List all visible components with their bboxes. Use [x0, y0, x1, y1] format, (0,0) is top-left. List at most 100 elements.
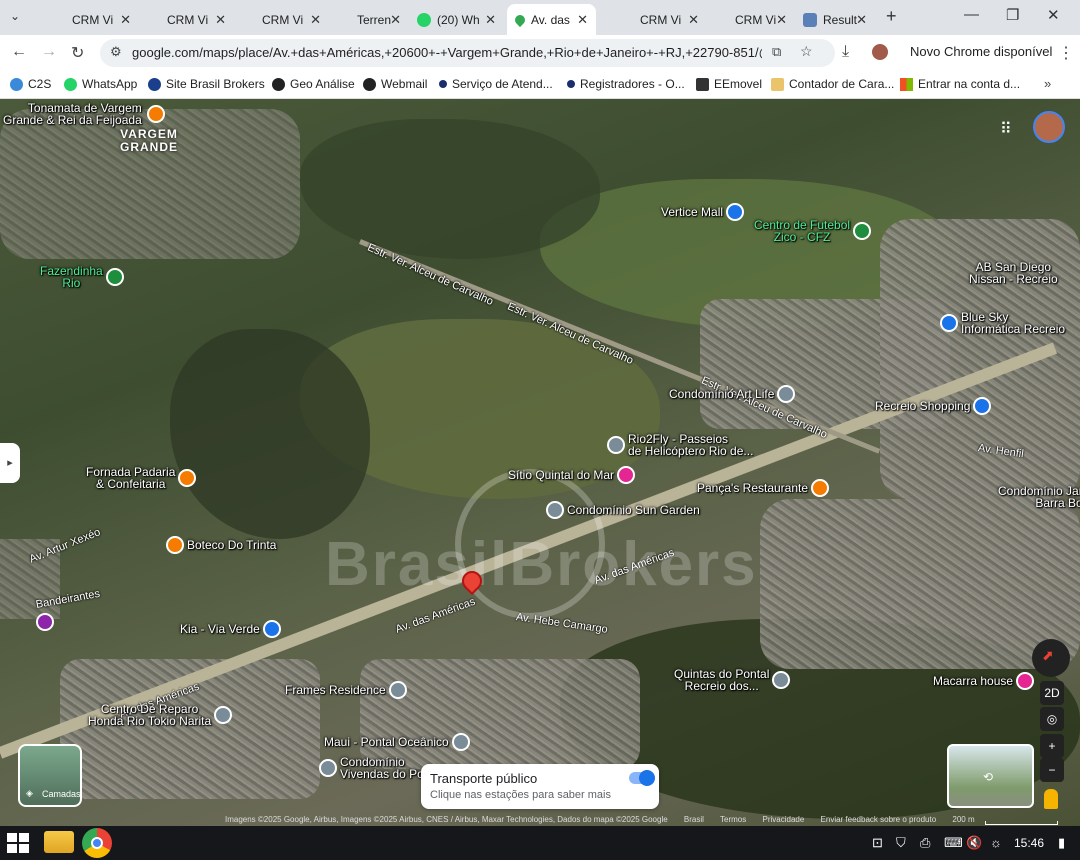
account-avatar[interactable]: [1033, 111, 1065, 143]
bookmark-item[interactable]: Entrar na conta d...: [900, 77, 1020, 91]
poi-kia[interactable]: Kia - Via Verde: [180, 620, 281, 638]
bookmark-item[interactable]: WhatsApp: [64, 77, 137, 91]
tab-search-chevron-icon[interactable]: ⌄: [10, 9, 20, 23]
close-icon[interactable]: ✕: [577, 12, 588, 28]
building-pin-icon[interactable]: [777, 385, 796, 403]
lodging-pin-icon[interactable]: [1016, 672, 1035, 690]
poi-pancas[interactable]: Pança's Restaurante: [697, 479, 830, 497]
profile-avatar[interactable]: [872, 44, 888, 60]
tray-app-icon[interactable]: ⊡: [872, 835, 883, 851]
brightness-icon[interactable]: ☼: [990, 835, 1002, 850]
zoom-in-button[interactable]: +: [1040, 734, 1064, 758]
poi-fazendinha[interactable]: Fazendinha Rio: [40, 265, 124, 289]
layers-button[interactable]: ◈ Camadas: [18, 744, 82, 807]
close-icon[interactable]: ✕: [390, 12, 401, 28]
poi-tonamata[interactable]: Tonamata de Vargem Grande & Rei da Feijoa…: [0, 102, 165, 126]
bar-pin-icon[interactable]: [166, 536, 184, 554]
restaurant-pin-icon[interactable]: [146, 105, 165, 123]
taskbar-clock[interactable]: 15:46: [1014, 836, 1044, 850]
poi-purple[interactable]: [36, 613, 54, 631]
shopping-pin-icon[interactable]: [973, 397, 992, 415]
tab-active[interactable]: Av. das ✕: [507, 4, 596, 35]
region-link[interactable]: Brasil: [684, 815, 704, 824]
poi-centro-reparo[interactable]: Centro De Reparo Honda Rio Tokio Narita: [88, 703, 233, 727]
poi-maui[interactable]: Maui - Pontal Oceânico: [324, 733, 470, 751]
tab[interactable]: CRM Vi ✕: [612, 4, 707, 35]
windows-start-icon[interactable]: [7, 833, 29, 853]
site-info-icon[interactable]: ⚙: [110, 44, 122, 60]
my-location-icon[interactable]: ◎: [1040, 707, 1064, 731]
scale-label[interactable]: 200 m: [952, 815, 974, 824]
tab[interactable]: (20) Wh ✕: [409, 4, 504, 35]
attraction-pin-icon[interactable]: [36, 613, 54, 631]
minimize-icon[interactable]: —: [964, 6, 979, 23]
transit-toggle[interactable]: [629, 770, 655, 786]
download-icon[interactable]: ⤓: [842, 43, 849, 61]
privacy-link[interactable]: Privacidade: [762, 815, 804, 824]
file-explorer-icon[interactable]: [44, 831, 74, 853]
bookmark-item[interactable]: Serviço de Atend...: [439, 77, 553, 91]
building-pin-icon[interactable]: [772, 671, 791, 689]
new-tab-button[interactable]: +: [886, 6, 897, 27]
tab[interactable]: CRM Vi ✕: [707, 4, 795, 35]
reload-icon[interactable]: ↻: [71, 43, 84, 63]
shopping-pin-icon[interactable]: [262, 620, 281, 638]
volume-muted-icon[interactable]: 🔇: [966, 835, 982, 851]
poi-recreio-shopping[interactable]: Recreio Shopping: [875, 397, 992, 415]
bookmark-item[interactable]: EEmovel: [696, 77, 762, 91]
close-icon[interactable]: ✕: [215, 12, 226, 28]
bookmark-item[interactable]: Registradores - O...: [567, 77, 685, 91]
google-apps-icon[interactable]: ⠿: [1000, 119, 1012, 139]
update-chrome-button[interactable]: Novo Chrome disponível: [910, 44, 1052, 59]
shopping-pin-icon[interactable]: [726, 203, 745, 221]
poi-boteco[interactable]: Boteco Do Trinta: [166, 536, 276, 554]
street-view-thumbnail[interactable]: ⟲: [947, 744, 1034, 808]
chrome-icon[interactable]: [82, 828, 112, 858]
poi-condominio-jar[interactable]: Condomínio Jar Barra Bo: [995, 485, 1080, 509]
poi-frames[interactable]: Frames Residence: [285, 681, 407, 699]
poi-vivendas[interactable]: Condomínio Vivendas do Po: [319, 756, 424, 780]
side-panel-toggle-button[interactable]: ▸: [0, 443, 20, 483]
shopping-pin-icon[interactable]: [940, 314, 958, 332]
sports-pin-icon[interactable]: [853, 222, 872, 240]
bookmark-item[interactable]: Contador de Cara...: [771, 77, 894, 91]
close-icon[interactable]: ✕: [856, 12, 867, 28]
map-canvas[interactable]: Estr. Ver. Alceu de Carvalho Estr. Ver. …: [0, 99, 1080, 826]
bookmark-item[interactable]: Webmail: [363, 77, 427, 91]
bookmark-star-icon[interactable]: ☆: [800, 43, 813, 60]
poi-art-life[interactable]: Condomínio Art Life: [669, 385, 796, 403]
bookmark-item[interactable]: Site Brasil Brokers: [148, 77, 265, 91]
forward-icon[interactable]: →: [41, 43, 57, 61]
poi-macarra[interactable]: Macarra house: [933, 672, 1035, 690]
network-icon[interactable]: ⌨: [944, 835, 963, 851]
restaurant-pin-icon[interactable]: [178, 469, 197, 487]
tab[interactable]: CRM Vi ✕: [44, 4, 139, 35]
tab[interactable]: Terren ✕: [329, 4, 409, 35]
back-icon[interactable]: ←: [11, 43, 27, 61]
tab[interactable]: CRM Vi ✕: [234, 4, 329, 35]
close-window-icon[interactable]: ✕: [1047, 6, 1060, 24]
pegman-icon[interactable]: [1044, 789, 1058, 809]
close-icon[interactable]: ✕: [120, 12, 131, 28]
poi-quintas[interactable]: Quintas do Pontal Recreio dos...: [674, 668, 791, 692]
lodging-pin-icon[interactable]: [617, 466, 636, 484]
poi-rio2fly[interactable]: Rio2Fly - Passeios de Helicóptero Rio de.…: [607, 433, 753, 457]
building-pin-icon[interactable]: [214, 706, 233, 724]
park-pin-icon[interactable]: [105, 268, 124, 286]
bookmark-item[interactable]: Geo Análise: [272, 77, 355, 91]
transit-card[interactable]: Transporte público Clique nas estações p…: [421, 764, 659, 809]
building-pin-icon[interactable]: [388, 681, 407, 699]
url-text[interactable]: google.com/maps/place/Av.+das+Américas,+…: [132, 45, 762, 60]
feedback-link[interactable]: Enviar feedback sobre o produto: [821, 815, 937, 824]
close-icon[interactable]: ✕: [310, 12, 321, 28]
address-bar[interactable]: ⚙ google.com/maps/place/Av.+das+Américas…: [100, 39, 835, 67]
building-pin-icon[interactable]: [451, 733, 470, 751]
tab[interactable]: Result ✕: [795, 4, 875, 35]
restaurant-pin-icon[interactable]: [811, 479, 830, 497]
view-mode-button[interactable]: 2D: [1040, 681, 1064, 705]
poi-sun-garden[interactable]: Condomínio Sun Garden: [546, 501, 700, 519]
poi-blue-sky[interactable]: Blue Sky Informática Recreio: [940, 311, 1065, 335]
more-bookmarks-icon[interactable]: »: [1044, 76, 1051, 91]
poi-sitio-quintal[interactable]: Sítio Quintal do Mar: [508, 466, 636, 484]
security-shield-icon[interactable]: ⛉: [896, 835, 906, 851]
